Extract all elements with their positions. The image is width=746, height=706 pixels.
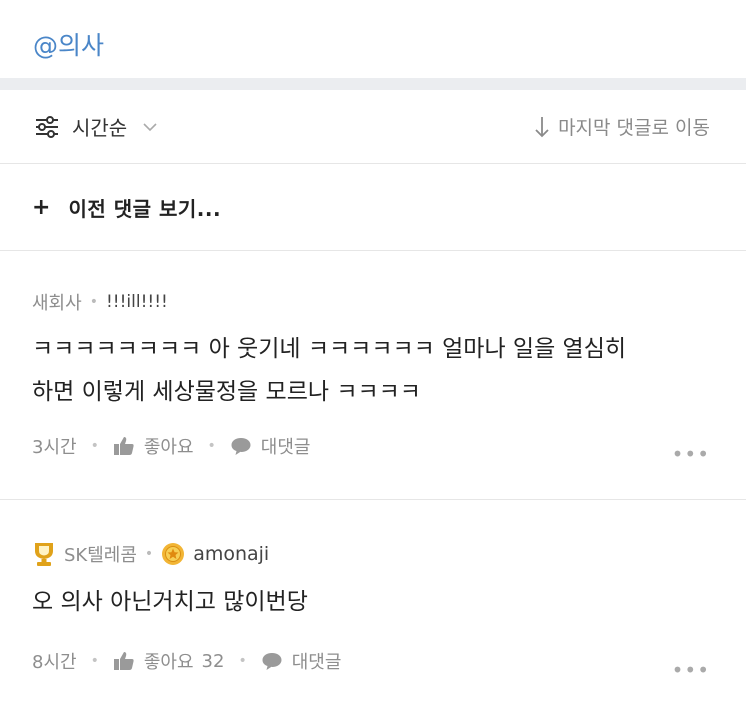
author-nickname[interactable]: amonaji	[193, 543, 269, 565]
like-button[interactable]: 좋아요 32	[113, 648, 225, 674]
comment-author-meta: SK텔레콤 • amonaji	[32, 541, 269, 567]
jump-label: 마지막 댓글로 이동	[558, 117, 710, 139]
author-company[interactable]: SK텔레콤	[64, 541, 137, 567]
view-previous-comments-button[interactable]: + 이전 댓글 보기...	[0, 165, 746, 251]
more-options-button[interactable]: •••	[672, 442, 710, 466]
thumbs-up-icon	[113, 437, 134, 455]
jump-to-last-comment-button[interactable]: 마지막 댓글로 이동	[534, 113, 710, 140]
comment-item: SK텔레콤 • amonaji 오 의사 아닌거치고 많이번당 8시간 • 좋아…	[0, 501, 746, 706]
comment-item: 새회사 • !!!ill!!!! ㅋㅋㅋㅋㅋㅋㅋㅋ 아 웃기네 ㅋㅋㅋㅋㅋㅋ 얼…	[0, 252, 746, 500]
section-divider	[0, 78, 746, 90]
comment-text-line: 오 의사 아닌거치고 많이번당	[32, 589, 308, 615]
separator-dot: •	[238, 653, 247, 669]
sort-label: 시간순	[72, 116, 128, 140]
like-label: 좋아요	[143, 437, 194, 458]
speech-bubble-icon	[231, 438, 251, 455]
more-options-button[interactable]: •••	[672, 658, 710, 682]
gold-medal-icon	[162, 543, 185, 565]
comment-text-line: 하면 이렇게 세상물정을 모르나 ㅋㅋㅋㅋ	[32, 379, 421, 405]
like-button[interactable]: 좋아요	[113, 433, 194, 459]
arrow-down-icon	[535, 116, 549, 137]
reply-label: 대댓글	[260, 437, 311, 458]
like-label: 좋아요	[143, 652, 194, 673]
comment-body: ㅋㅋㅋㅋㅋㅋㅋㅋ 아 웃기네 ㅋㅋㅋㅋㅋㅋ 얼마나 일을 열심히 하면 이렇게 …	[32, 328, 722, 414]
filter-sliders-icon	[36, 115, 58, 138]
separator-dot: •	[144, 546, 154, 562]
reply-label: 대댓글	[291, 652, 342, 673]
comment-text-line: ㅋㅋㅋㅋㅋㅋㅋㅋ 아 웃기네 ㅋㅋㅋㅋㅋㅋ 얼마나 일을 열심히	[32, 336, 627, 362]
reply-button[interactable]: 대댓글	[230, 433, 311, 459]
separator-dot: •	[90, 653, 99, 669]
author-company[interactable]: 새회사	[32, 289, 82, 315]
mention-tag[interactable]: @의사	[33, 26, 104, 62]
comment-author-meta: 새회사 • !!!ill!!!!	[32, 289, 168, 315]
comment-body: 오 의사 아닌거치고 많이번당	[32, 581, 722, 624]
speech-bubble-icon	[262, 653, 282, 670]
comment-actions: 8시간 • 좋아요 32 • 대댓글	[32, 648, 341, 674]
sort-dropdown[interactable]: 시간순	[34, 112, 157, 141]
trophy-icon	[35, 543, 53, 566]
comment-actions: 3시간 • 좋아요 • 대댓글	[32, 433, 310, 459]
mention-header: @의사	[0, 0, 746, 78]
separator-dot: •	[90, 438, 99, 454]
sort-bar: 시간순 마지막 댓글로 이동	[0, 90, 746, 164]
like-count: 32	[201, 650, 225, 672]
comment-time: 8시간	[32, 652, 77, 673]
plus-icon: +	[32, 195, 51, 220]
author-nickname[interactable]: !!!ill!!!!	[106, 292, 168, 312]
separator-dot: •	[207, 438, 216, 454]
view-previous-label: 이전 댓글 보기...	[68, 197, 222, 221]
separator-dot: •	[89, 294, 98, 310]
chevron-down-icon	[143, 122, 157, 131]
comment-time: 3시간	[32, 437, 77, 458]
thumbs-up-icon	[113, 652, 134, 670]
reply-button[interactable]: 대댓글	[261, 648, 342, 674]
